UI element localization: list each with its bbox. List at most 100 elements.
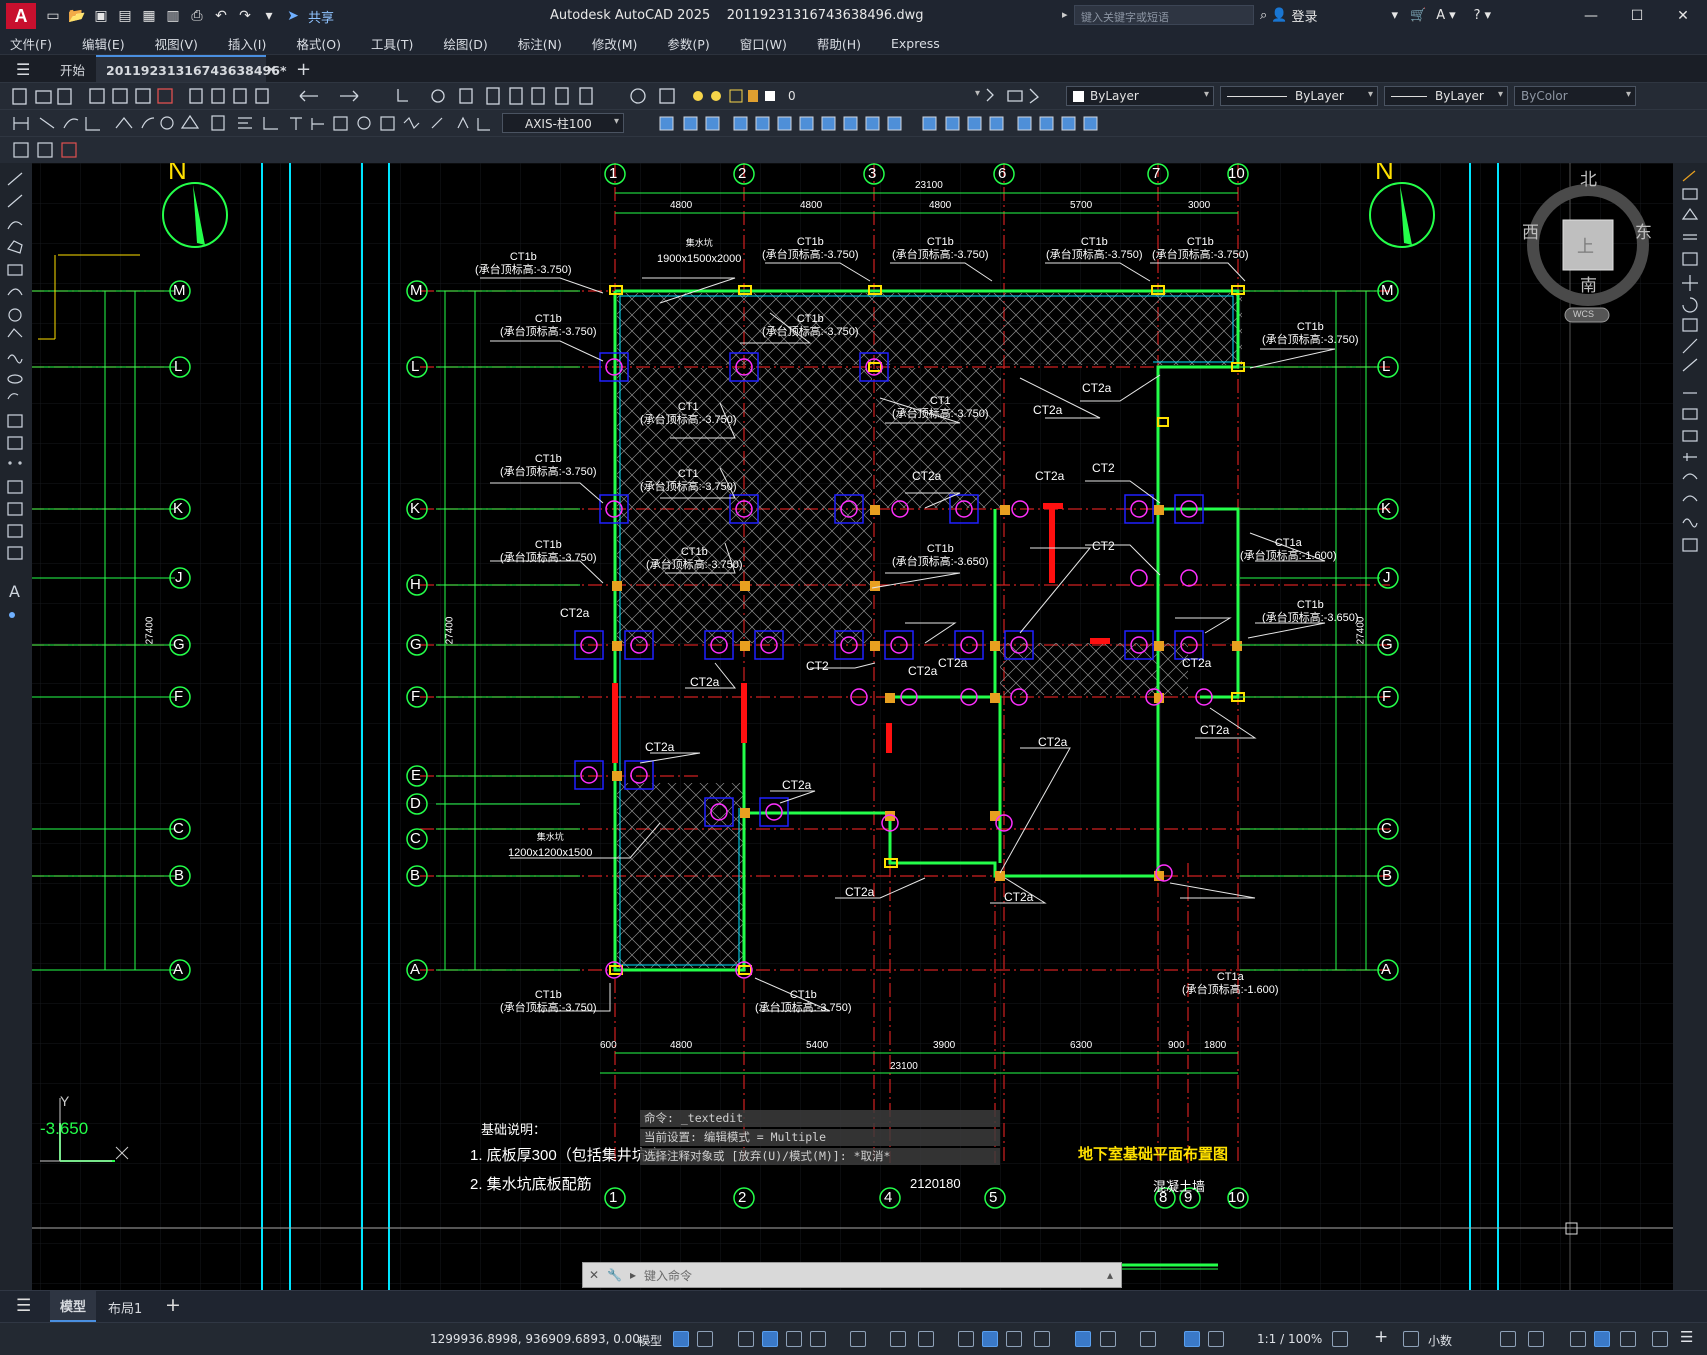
viewcube-north[interactable]: 北 [1580,165,1597,190]
viewcube-east[interactable]: 东 [1635,218,1652,243]
menu-help[interactable]: 帮助(H) [817,34,861,53]
command-recent-icon[interactable]: ▸ [630,1268,636,1282]
signin-dropdown-icon[interactable]: ▾ [1391,8,1398,23]
selection-filter-icon[interactable] [1100,1331,1116,1347]
ortho-mode-icon[interactable] [786,1331,802,1347]
grid-toggle-icon[interactable] [673,1331,689,1347]
help-dropdown-icon[interactable]: ▾ [1485,8,1492,23]
command-input-bar[interactable]: ✕ 🔧 ▸ 键入命令 ▴ [582,1262,1122,1288]
isometric-drafting-icon[interactable] [850,1331,866,1347]
annotation-monitor-plus-icon[interactable]: + [1374,1327,1388,1347]
sign-in-button[interactable]: 登录 [1291,6,1317,25]
autocad-logo[interactable]: A [6,3,36,29]
app-dropdown-icon[interactable]: ▾ [1449,8,1456,23]
modify-toolbar-icons[interactable] [628,110,1148,137]
object-snap-icon[interactable] [918,1331,934,1347]
save-as-icon[interactable]: ▤ [116,7,134,25]
dimension-toolbar-icons[interactable] [0,110,500,137]
viewcube-wcs[interactable]: WCS [1573,309,1594,319]
menu-tools[interactable]: 工具(T) [371,34,413,53]
dynamic-ucs-icon[interactable] [1075,1331,1091,1347]
lineweight-dropdown[interactable]: ByLayer ▾ [1384,86,1508,106]
save-icon[interactable]: ▣ [92,7,110,25]
extra-toolbar-icons[interactable] [0,137,100,164]
isolate-objects-icon[interactable] [1570,1331,1586,1347]
menu-draw[interactable]: 绘图(D) [443,34,487,53]
tab-start[interactable]: 开始 [50,55,95,83]
graphics-performance-icon[interactable] [1594,1331,1610,1347]
help-icon[interactable]: ? [1474,8,1481,23]
menu-format[interactable]: 格式(O) [296,34,341,53]
color-dropdown[interactable]: ByLayer ▾ [1066,86,1214,106]
clean-screen-icon[interactable] [1652,1331,1668,1347]
menu-dimension[interactable]: 标注(N) [518,34,562,53]
menu-view[interactable]: 视图(V) [155,34,198,53]
search-icon[interactable]: ⌕ [1260,8,1267,23]
3d-object-snap-icon[interactable] [1034,1331,1050,1347]
hardware-acceleration-icon[interactable] [1620,1331,1636,1347]
object-snap-tracking-icon[interactable] [890,1331,906,1347]
hamburger-menu-icon[interactable]: ☰ [6,55,40,83]
undo-icon[interactable]: ↶ [212,7,230,25]
command-input[interactable]: 键入命令 [644,1267,692,1284]
new-tab-plus-icon[interactable]: + [286,55,321,83]
gizmo-icon[interactable] [1140,1331,1156,1347]
share-icon[interactable]: ➤ [284,7,302,25]
coordinate-readout[interactable]: 1299936.8998, 936909.6893, 0.00... [430,1332,651,1346]
menu-express[interactable]: Express [891,36,940,51]
polar-tracking-icon[interactable] [810,1331,826,1347]
open-folder-icon[interactable]: 📂 [68,7,86,25]
layout-menu-icon[interactable]: ☰ [16,1296,31,1316]
command-close-icon[interactable]: ✕ [589,1268,599,1282]
menu-file[interactable]: 文件(F) [10,34,52,53]
menu-edit[interactable]: 编辑(E) [82,34,125,53]
snap-mode-icon[interactable] [697,1331,713,1347]
minimize-button[interactable]: — [1568,0,1614,32]
menu-parametric[interactable]: 参数(P) [667,34,709,53]
search-expand-icon[interactable]: ▸ [1062,8,1068,21]
units-icon[interactable] [1403,1331,1419,1347]
units-value[interactable]: 小数 [1428,1332,1452,1349]
layer-dropdown[interactable]: 0 ▾ [762,86,984,106]
command-settings-icon[interactable]: 🔧 [607,1268,622,1282]
tab-drawing[interactable]: 20119231316743638496* [96,55,287,83]
menu-window[interactable]: 窗口(W) [740,34,787,53]
user-icon[interactable]: 👤 [1271,8,1287,23]
plot-icon[interactable]: ▥ [164,7,182,25]
customization-menu-icon[interactable]: ☰ [1680,1328,1693,1346]
linetype-dropdown[interactable]: ByLayer ▾ [1220,86,1378,106]
viewcube-top-face[interactable]: 上 [1577,232,1594,257]
viewcube-south[interactable]: 南 [1580,271,1597,296]
drawing-canvas[interactable]: 1 2 3 6 7 10 1 2 4 5 8 9 10 M L K H G F … [0,163,1707,1290]
dynamic-input-icon[interactable] [762,1331,778,1347]
modify-tool-icons[interactable] [1673,163,1707,573]
lineweight-display-icon[interactable] [958,1331,974,1347]
plotstyle-dropdown[interactable]: ByColor ▾ [1514,86,1636,106]
viewcube-west[interactable]: 西 [1522,218,1539,243]
redo-icon[interactable]: ↷ [236,7,254,25]
menu-insert[interactable]: 插入(I) [228,34,266,53]
model-space-button[interactable]: 模型 [638,1332,662,1349]
layout-tab-layout1[interactable]: 布局1 [108,1298,142,1317]
print-icon[interactable]: ⎙ [188,7,206,25]
annotation-scale[interactable]: 1:1 / 100% [1257,1332,1322,1346]
customize-dropdown-icon[interactable]: ▾ [260,7,278,25]
transparency-icon[interactable] [982,1331,998,1347]
dimstyle-dropdown[interactable]: AXIS-柱100 ▾ [502,113,624,133]
menu-modify[interactable]: 修改(M) [592,34,638,53]
close-button[interactable]: ✕ [1660,0,1706,32]
command-history-toggle-icon[interactable]: ▴ [1107,1268,1113,1282]
annotation-visibility-icon[interactable] [1184,1331,1200,1347]
add-layout-icon[interactable]: + [165,1294,181,1316]
infer-constraints-icon[interactable] [738,1331,754,1347]
search-input[interactable]: 键入关键字或短语 [1074,5,1254,25]
lock-ui-icon[interactable] [1528,1331,1544,1347]
cart-icon[interactable]: 🛒 [1410,8,1426,23]
selection-cycling-icon[interactable] [1006,1331,1022,1347]
autoscale-icon[interactable] [1208,1331,1224,1347]
autodesk-app-icon[interactable]: A [1436,8,1445,23]
tab-close-icon[interactable]: ✕ [256,55,286,83]
quick-properties-icon[interactable] [1500,1331,1516,1347]
maximize-button[interactable]: ☐ [1614,0,1660,32]
share-label[interactable]: 共享 [308,7,334,26]
